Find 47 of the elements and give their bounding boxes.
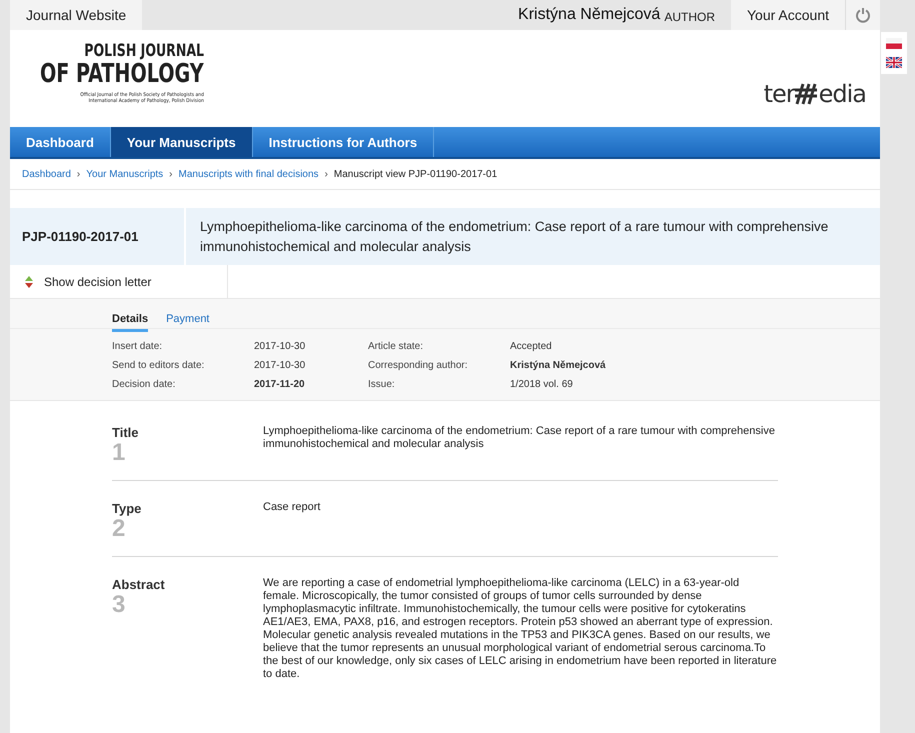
account-link[interactable]: Your Account: [731, 0, 846, 30]
user-role: AUTHOR: [664, 10, 715, 24]
breadcrumb-link[interactable]: Your Manuscripts: [86, 168, 164, 180]
section-number: 3: [112, 592, 126, 618]
user-name: Kristýna Němejcová: [518, 6, 660, 24]
detail-label: Article state:: [368, 341, 424, 352]
language-flag-button[interactable]: [886, 38, 902, 49]
nav-tab[interactable]: Your Manuscripts: [110, 127, 253, 157]
details-tab[interactable]: Payment: [166, 313, 210, 332]
section-label: Title: [112, 425, 140, 440]
section-text: Case report: [263, 501, 322, 515]
detail-value: 2017-10-30: [254, 341, 306, 352]
section-number: 1: [112, 440, 126, 466]
manuscript-id: PJP-01190-2017-01: [10, 208, 186, 265]
section-number: 2: [112, 516, 126, 542]
detail-value: 2017-10-30: [254, 360, 306, 371]
power-icon: [855, 7, 871, 23]
logout-button[interactable]: [846, 0, 880, 30]
expand-arrows-icon: [24, 276, 34, 288]
detail-label: Issue:: [368, 379, 396, 390]
section-text: Lymphoepithelioma-like carcinoma of the endometrium: Case report of a rare tumour with comprehensive immunohistochemical and molecular analysis: [263, 425, 776, 452]
detail-value: 2017-11-20: [254, 379, 306, 390]
manuscript-title: Lymphoepithelioma-like carcinoma of the endometrium: Case report of a rare tumour with comprehensive immunohistochemical and molecular analysis: [199, 218, 830, 256]
section-label: Type: [112, 501, 142, 516]
detail-value: Accepted: [510, 341, 553, 352]
detail-value: Kristýna Němejcová: [510, 360, 607, 371]
detail-label: Send to editors date:: [112, 360, 206, 371]
language-flag-button[interactable]: [886, 57, 902, 68]
breadcrumb-separator: ›: [169, 168, 172, 180]
breadcrumb-link[interactable]: Manuscripts with final decisions: [178, 168, 319, 180]
flag-icon: [886, 57, 902, 68]
decision-letter-toggle[interactable]: Show decision letter: [10, 265, 228, 298]
publisher-logo[interactable]: ter edia: [764, 80, 866, 108]
nav-tab[interactable]: Instructions for Authors: [252, 127, 434, 157]
breadcrumb-separator: ›: [76, 168, 80, 180]
details-tab[interactable]: Details: [112, 313, 148, 332]
section-text: We are reporting a case of endometrial lymphoepithelioma-like carcinoma (LELC) in a 63-year-old female. Microscopically, the tumor consisted of groups of tumor cells surrounded by dense lymphoplasmacytic infiltrate. Immunohistochemically, the tumour cells were positive for cytokeratins AE1/AE3, EMA, PAX8, p16, and estrogen receptors. Protein p53 showed an aberrant type of expression. Molecular genetic analysis revealed mutations in the TP53 and PIK3CA genes. Based on our results, we believe that the tumor represents an unusual morphological variant of endometrial serous carcinoma.To the best of our knowledge, only six cases of LELC arising in endometrium have been reported in literature to date.: [263, 577, 778, 681]
detail-label: Insert date:: [112, 341, 164, 352]
breadcrumb-current: Manuscript view PJP-01190-2017-01: [334, 168, 498, 180]
breadcrumb-separator: ›: [324, 168, 328, 180]
detail-value: 1/2018 vol. 69: [510, 379, 574, 390]
journal-website-link[interactable]: Journal Website: [10, 0, 142, 30]
detail-label: Decision date:: [112, 379, 176, 390]
breadcrumb-link[interactable]: Dashboard: [22, 168, 71, 180]
flag-icon: [886, 38, 902, 49]
detail-label: Corresponding author:: [368, 360, 469, 371]
section-label: Abstract: [112, 577, 166, 592]
